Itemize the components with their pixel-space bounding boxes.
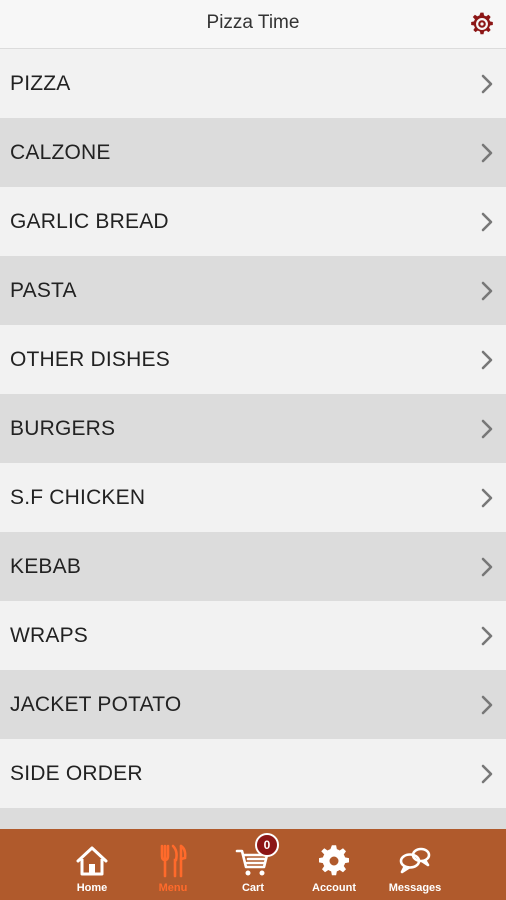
chevron-right-icon [481, 557, 493, 576]
chevron-right-icon [481, 488, 493, 507]
list-item-label: JACKET POTATO [10, 692, 182, 716]
chevron-right-icon [481, 419, 493, 438]
home-icon [76, 846, 108, 876]
chevron-right-icon [481, 212, 493, 231]
app-root: Pizza Time PIZZA CALZONE GARLIC BREAD PA… [0, 0, 506, 900]
tab-home-label: Home [76, 882, 108, 894]
list-item-side-order[interactable]: SIDE ORDER [0, 739, 506, 808]
settings-button[interactable] [468, 10, 496, 38]
tab-menu[interactable]: Menu [133, 829, 213, 900]
list-item-label: SIDE ORDER [10, 761, 143, 785]
chevron-right-icon [481, 350, 493, 369]
cart-count-badge: 0 [255, 833, 279, 857]
list-item-label: KEBAB [10, 554, 82, 578]
chat-bubbles-icon [399, 847, 431, 874]
bottom-tab-bar: Home Menu 0 Cart Account Messages [0, 829, 506, 900]
tab-home[interactable]: Home [52, 829, 132, 900]
chevron-right-icon [481, 695, 493, 714]
list-item-calzone[interactable]: CALZONE [0, 118, 506, 187]
list-item-wraps[interactable]: WRAPS [0, 601, 506, 670]
list-item-label: PIZZA [10, 71, 71, 95]
chevron-right-icon [481, 764, 493, 783]
list-item-partial[interactable] [0, 808, 506, 829]
menu-category-list: PIZZA CALZONE GARLIC BREAD PASTA OTHER D… [0, 49, 506, 829]
list-item-burgers[interactable]: BURGERS [0, 394, 506, 463]
list-item-jacket-potato[interactable]: JACKET POTATO [0, 670, 506, 739]
list-item-garlic-bread[interactable]: GARLIC BREAD [0, 187, 506, 256]
list-item-label: BURGERS [10, 416, 116, 440]
tab-cart[interactable]: 0 Cart [213, 829, 293, 900]
chevron-right-icon [481, 626, 493, 645]
list-item-label: OTHER DISHES [10, 347, 170, 371]
list-item-pizza[interactable]: PIZZA [0, 49, 506, 118]
tab-account-label: Account [312, 882, 356, 894]
gear-icon [471, 12, 493, 35]
list-item-label: PASTA [10, 278, 77, 302]
chevron-right-icon [481, 281, 493, 300]
fork-knife-icon [160, 844, 187, 878]
list-item-label: CALZONE [10, 140, 111, 164]
tab-account[interactable]: Account [294, 829, 374, 900]
tab-messages-label: Messages [388, 882, 442, 894]
gear-icon [319, 845, 349, 876]
list-item-label: S.F CHICKEN [10, 485, 146, 509]
tab-messages[interactable]: Messages [375, 829, 455, 900]
list-item-label: WRAPS [10, 623, 89, 647]
chevron-right-icon [481, 74, 493, 93]
list-item-label: GARLIC BREAD [10, 209, 169, 233]
list-item-pasta[interactable]: PASTA [0, 256, 506, 325]
tab-menu-label: Menu [158, 882, 188, 894]
tab-cart-label: Cart [241, 882, 264, 894]
list-item-other-dishes[interactable]: OTHER DISHES [0, 325, 506, 394]
list-item-sf-chicken[interactable]: S.F CHICKEN [0, 463, 506, 532]
list-item-kebab[interactable]: KEBAB [0, 532, 506, 601]
chevron-right-icon [481, 143, 493, 162]
header-bar: Pizza Time [0, 0, 506, 49]
page-title: Pizza Time [206, 12, 300, 33]
